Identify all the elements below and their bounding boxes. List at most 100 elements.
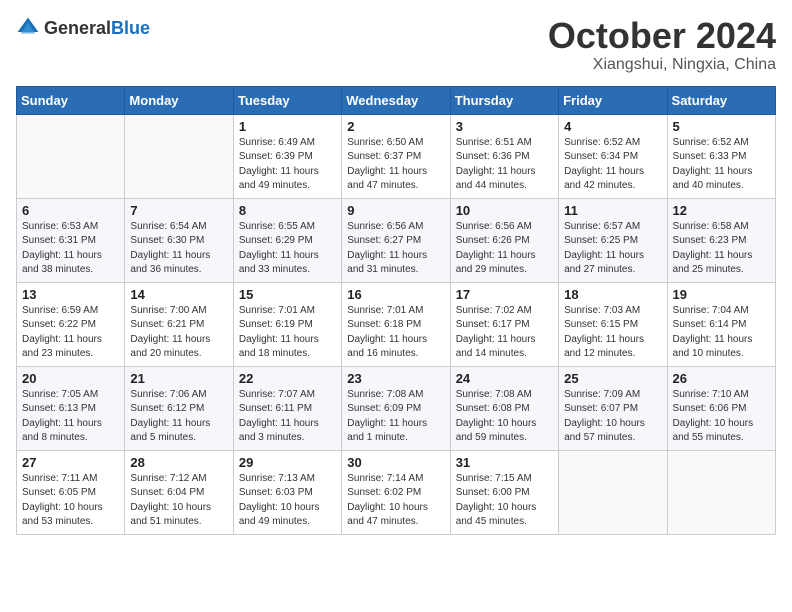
day-number: 26 xyxy=(673,371,770,386)
calendar-cell: 23 Sunrise: 7:08 AMSunset: 6:09 PMDayligh… xyxy=(342,366,450,450)
calendar-cell: 27Sunrise: 7:11 AMSunset: 6:05 PMDayligh… xyxy=(17,450,125,534)
calendar-cell: 28 Sunrise: 7:12 AMSunset: 6:04 PMDayligh… xyxy=(125,450,233,534)
day-number: 4 xyxy=(564,119,661,134)
day-number: 14 xyxy=(130,287,227,302)
calendar-cell: 7Sunrise: 6:54 AMSunset: 6:30 PMDaylight… xyxy=(125,198,233,282)
day-info: Sunrise: 7:15 AMSunset: 6:00 PMDaylight:… xyxy=(456,472,553,530)
calendar-cell: 12 Sunrise: 6:58 AMSunset: 6:23 PMDayligh… xyxy=(667,198,775,282)
day-number: 12 xyxy=(673,203,770,218)
day-number: 20 xyxy=(22,371,119,386)
title-block: October 2024 Xiangshui, Ningxia, China xyxy=(548,16,776,74)
day-info: Sunrise: 7:11 AMSunset: 6:05 PMDaylight:… xyxy=(22,472,119,530)
day-info: Sunrise: 6:51 AMSunset: 6:36 PMDaylight:… xyxy=(456,136,553,194)
day-number: 29 xyxy=(239,455,336,470)
page-header: GeneralBlue October 2024 Xiangshui, Ning… xyxy=(16,16,776,74)
day-number: 5 xyxy=(673,119,770,134)
day-number: 6 xyxy=(22,203,119,218)
day-info: Sunrise: 6:52 AMSunset: 6:34 PMDaylight:… xyxy=(564,136,661,194)
day-info: Sunrise: 7:04 AMSunset: 6:14 PMDaylight:… xyxy=(673,304,770,362)
day-number: 16 xyxy=(347,287,444,302)
day-info: Sunrise: 7:00 AMSunset: 6:21 PMDaylight:… xyxy=(130,304,227,362)
calendar-cell: 8 Sunrise: 6:55 AMSunset: 6:29 PMDaylight… xyxy=(233,198,341,282)
day-info: Sunrise: 6:57 AMSunset: 6:25 PMDaylight:… xyxy=(564,220,661,278)
weekday-header: Friday xyxy=(559,86,667,114)
calendar-cell: 30Sunrise: 7:14 AMSunset: 6:02 PMDayligh… xyxy=(342,450,450,534)
day-number: 8 xyxy=(239,203,336,218)
calendar-cell xyxy=(559,450,667,534)
weekday-header: Sunday xyxy=(17,86,125,114)
day-info: Sunrise: 7:02 AMSunset: 6:17 PMDaylight:… xyxy=(456,304,553,362)
day-number: 22 xyxy=(239,371,336,386)
day-number: 18 xyxy=(564,287,661,302)
calendar-cell: 5Sunrise: 6:52 AMSunset: 6:33 PMDaylight… xyxy=(667,114,775,198)
day-number: 17 xyxy=(456,287,553,302)
calendar-table: SundayMondayTuesdayWednesdayThursdayFrid… xyxy=(16,86,776,535)
day-info: Sunrise: 6:59 AMSunset: 6:22 PMDaylight:… xyxy=(22,304,119,362)
calendar-cell: 14 Sunrise: 7:00 AMSunset: 6:21 PMDayligh… xyxy=(125,282,233,366)
calendar-week-row: 6 Sunrise: 6:53 AMSunset: 6:31 PMDaylight… xyxy=(17,198,776,282)
location-title: Xiangshui, Ningxia, China xyxy=(548,56,776,74)
calendar-cell xyxy=(667,450,775,534)
day-info: Sunrise: 7:03 AMSunset: 6:15 PMDaylight:… xyxy=(564,304,661,362)
day-number: 23 xyxy=(347,371,444,386)
day-info: Sunrise: 7:08 AMSunset: 6:09 PMDaylight:… xyxy=(347,388,444,446)
day-info: Sunrise: 6:58 AMSunset: 6:23 PMDaylight:… xyxy=(673,220,770,278)
day-info: Sunrise: 6:54 AMSunset: 6:30 PMDaylight:… xyxy=(130,220,227,278)
day-info: Sunrise: 7:06 AMSunset: 6:12 PMDaylight:… xyxy=(130,388,227,446)
day-number: 10 xyxy=(456,203,553,218)
calendar-cell: 15 Sunrise: 7:01 AMSunset: 6:19 PMDayligh… xyxy=(233,282,341,366)
day-info: Sunrise: 7:01 AMSunset: 6:18 PMDaylight:… xyxy=(347,304,444,362)
day-info: Sunrise: 6:50 AMSunset: 6:37 PMDaylight:… xyxy=(347,136,444,194)
calendar-cell: 4 Sunrise: 6:52 AMSunset: 6:34 PMDaylight… xyxy=(559,114,667,198)
day-info: Sunrise: 7:10 AMSunset: 6:06 PMDaylight:… xyxy=(673,388,770,446)
calendar-week-row: 1 Sunrise: 6:49 AMSunset: 6:39 PMDaylight… xyxy=(17,114,776,198)
calendar-cell: 10 Sunrise: 6:56 AMSunset: 6:26 PMDayligh… xyxy=(450,198,558,282)
day-info: Sunrise: 7:09 AMSunset: 6:07 PMDaylight:… xyxy=(564,388,661,446)
month-title: October 2024 xyxy=(548,16,776,56)
calendar-cell: 26 Sunrise: 7:10 AMSunset: 6:06 PMDayligh… xyxy=(667,366,775,450)
weekday-header: Wednesday xyxy=(342,86,450,114)
weekday-header: Saturday xyxy=(667,86,775,114)
day-number: 3 xyxy=(456,119,553,134)
weekday-header: Thursday xyxy=(450,86,558,114)
calendar-cell: 21Sunrise: 7:06 AMSunset: 6:12 PMDayligh… xyxy=(125,366,233,450)
calendar-cell: 13 Sunrise: 6:59 AMSunset: 6:22 PMDayligh… xyxy=(17,282,125,366)
day-number: 11 xyxy=(564,203,661,218)
calendar-cell: 31Sunrise: 7:15 AMSunset: 6:00 PMDayligh… xyxy=(450,450,558,534)
day-number: 28 xyxy=(130,455,227,470)
day-info: Sunrise: 7:01 AMSunset: 6:19 PMDaylight:… xyxy=(239,304,336,362)
day-info: Sunrise: 7:13 AMSunset: 6:03 PMDaylight:… xyxy=(239,472,336,530)
logo: GeneralBlue xyxy=(16,16,150,40)
weekday-header: Monday xyxy=(125,86,233,114)
day-number: 19 xyxy=(673,287,770,302)
day-info: Sunrise: 6:56 AMSunset: 6:26 PMDaylight:… xyxy=(456,220,553,278)
calendar-cell: 19 Sunrise: 7:04 AMSunset: 6:14 PMDayligh… xyxy=(667,282,775,366)
day-info: Sunrise: 7:08 AMSunset: 6:08 PMDaylight:… xyxy=(456,388,553,446)
calendar-cell: 6 Sunrise: 6:53 AMSunset: 6:31 PMDaylight… xyxy=(17,198,125,282)
calendar-cell: 2 Sunrise: 6:50 AMSunset: 6:37 PMDaylight… xyxy=(342,114,450,198)
calendar-cell: 25Sunrise: 7:09 AMSunset: 6:07 PMDayligh… xyxy=(559,366,667,450)
calendar-week-row: 20Sunrise: 7:05 AMSunset: 6:13 PMDayligh… xyxy=(17,366,776,450)
logo-icon xyxy=(16,16,40,40)
day-info: Sunrise: 7:14 AMSunset: 6:02 PMDaylight:… xyxy=(347,472,444,530)
calendar-cell: 29 Sunrise: 7:13 AMSunset: 6:03 PMDayligh… xyxy=(233,450,341,534)
calendar-cell: 9Sunrise: 6:56 AMSunset: 6:27 PMDaylight… xyxy=(342,198,450,282)
calendar-cell: 16 Sunrise: 7:01 AMSunset: 6:18 PMDayligh… xyxy=(342,282,450,366)
day-info: Sunrise: 6:49 AMSunset: 6:39 PMDaylight:… xyxy=(239,136,336,194)
day-number: 1 xyxy=(239,119,336,134)
calendar-cell: 18 Sunrise: 7:03 AMSunset: 6:15 PMDayligh… xyxy=(559,282,667,366)
weekday-header: Tuesday xyxy=(233,86,341,114)
day-number: 13 xyxy=(22,287,119,302)
day-number: 2 xyxy=(347,119,444,134)
day-number: 15 xyxy=(239,287,336,302)
day-number: 24 xyxy=(456,371,553,386)
calendar-week-row: 27Sunrise: 7:11 AMSunset: 6:05 PMDayligh… xyxy=(17,450,776,534)
calendar-week-row: 13 Sunrise: 6:59 AMSunset: 6:22 PMDayligh… xyxy=(17,282,776,366)
calendar-cell xyxy=(17,114,125,198)
day-info: Sunrise: 6:53 AMSunset: 6:31 PMDaylight:… xyxy=(22,220,119,278)
calendar-cell: 22Sunrise: 7:07 AMSunset: 6:11 PMDayligh… xyxy=(233,366,341,450)
calendar-header-row: SundayMondayTuesdayWednesdayThursdayFrid… xyxy=(17,86,776,114)
day-info: Sunrise: 6:55 AMSunset: 6:29 PMDaylight:… xyxy=(239,220,336,278)
calendar-cell: 1 Sunrise: 6:49 AMSunset: 6:39 PMDaylight… xyxy=(233,114,341,198)
day-info: Sunrise: 7:12 AMSunset: 6:04 PMDaylight:… xyxy=(130,472,227,530)
